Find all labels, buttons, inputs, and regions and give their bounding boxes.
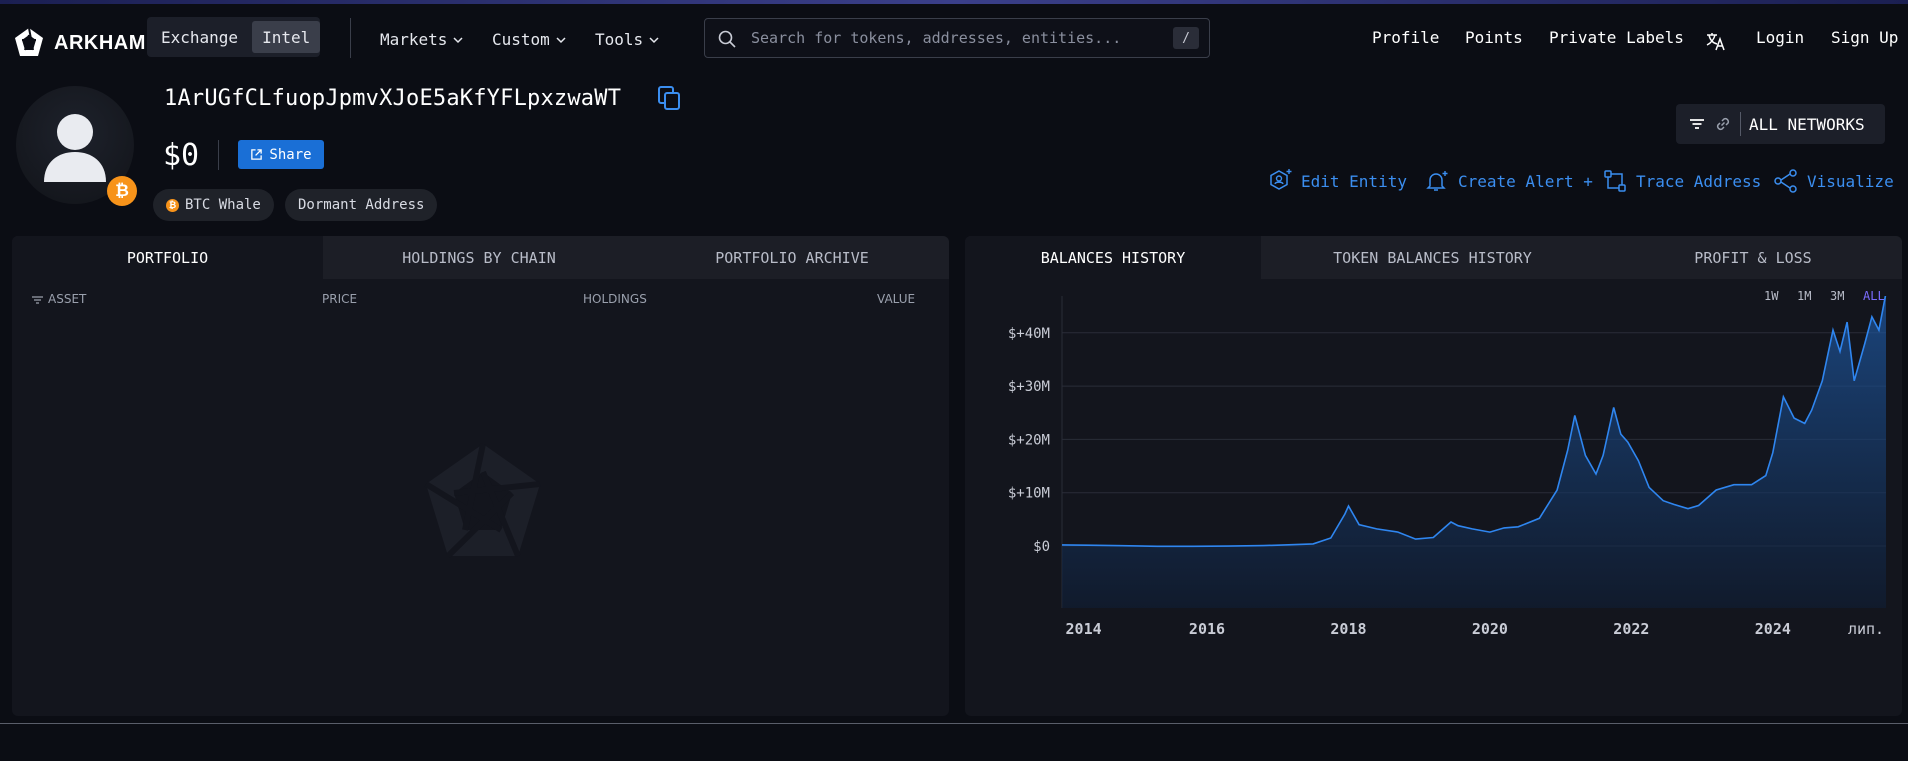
filter-icon [32, 295, 43, 304]
balance-divider [218, 140, 219, 170]
visualize-button[interactable]: Visualize [1773, 168, 1894, 194]
brand-name: ARKHAM [54, 31, 146, 54]
bitcoin-icon: ₿ [166, 198, 179, 212]
trace-address-button[interactable]: Trace Address [1602, 168, 1761, 194]
custom-menu[interactable]: Custom [492, 30, 566, 49]
portfolio-panel: PORTFOLIO HOLDINGS BY CHAIN PORTFOLIO AR… [12, 236, 949, 716]
entity-balance: $0 [163, 138, 200, 173]
tab-balances-history[interactable]: BALANCES HISTORY [965, 236, 1261, 279]
mode-switch: Exchange Intel [147, 17, 321, 57]
dormant-address-tag[interactable]: Dormant Address [285, 189, 438, 221]
network-divider [1740, 112, 1741, 136]
tab-portfolio[interactable]: PORTFOLIO [12, 236, 323, 279]
tools-menu-label: Tools [595, 30, 644, 49]
arkham-logo-icon [15, 27, 43, 56]
edit-entity-button[interactable]: Edit Entity [1267, 168, 1407, 194]
x-tick-label: 2020 [1472, 620, 1508, 638]
value-column-header[interactable]: VALUE [877, 292, 915, 306]
x-tick-label: 2024 [1755, 620, 1791, 638]
asset-column-header[interactable]: ASSET [32, 292, 86, 306]
balances-tabs: BALANCES HISTORY TOKEN BALANCES HISTORY … [965, 236, 1902, 279]
chevron-down-icon [649, 36, 659, 43]
login-link[interactable]: Login [1756, 28, 1804, 47]
private-labels-link[interactable]: Private Labels [1549, 28, 1684, 47]
filter-icon [1690, 119, 1704, 129]
balances-history-chart[interactable]: $0$+10M$+20M$+30M$+40M$+50M$+60M20142016… [965, 296, 1902, 716]
visualize-label: Visualize [1807, 171, 1894, 191]
edit-entity-label: Edit Entity [1301, 171, 1407, 191]
nav-divider [350, 18, 351, 58]
chevron-down-icon [453, 36, 463, 43]
tab-portfolio-archive[interactable]: PORTFOLIO ARCHIVE [635, 236, 949, 279]
bitcoin-icon: ₿ [107, 176, 137, 206]
btc-whale-tag[interactable]: ₿ BTC Whale [153, 189, 274, 221]
search-bar: / [704, 18, 1210, 58]
balance-area [1062, 296, 1886, 608]
edit-entity-icon [1270, 169, 1292, 190]
entity-address: 1ArUGfCLfuopJpmvXJoE5aKfYFLpxzwaWT [164, 86, 622, 111]
arkham-watermark-icon [424, 443, 541, 559]
points-link[interactable]: Points [1465, 28, 1523, 47]
share-button[interactable]: Share [238, 140, 324, 169]
x-tick-label: 2022 [1613, 620, 1649, 638]
signup-link[interactable]: Sign Up [1831, 28, 1898, 47]
search-shortcut-key: / [1173, 27, 1199, 49]
portfolio-tabs: PORTFOLIO HOLDINGS BY CHAIN PORTFOLIO AR… [12, 236, 949, 279]
markets-menu-label: Markets [380, 30, 448, 49]
y-tick-label: $0 [1033, 539, 1050, 555]
profile-link[interactable]: Profile [1372, 28, 1439, 47]
external-link-icon [251, 149, 263, 160]
tag-label: Dormant Address [298, 197, 425, 213]
x-tick-label: 2018 [1330, 620, 1366, 638]
footer-divider [0, 723, 1908, 724]
trace-icon [1604, 170, 1626, 192]
translate-icon[interactable] [1705, 30, 1727, 52]
custom-menu-label: Custom [492, 30, 550, 49]
networks-label: ALL NETWORKS [1749, 114, 1865, 134]
x-tick-label: лип. [1848, 620, 1884, 638]
tools-menu[interactable]: Tools [595, 30, 659, 49]
create-alert-label: Create Alert + [1458, 171, 1593, 191]
x-tick-label: 2016 [1189, 620, 1225, 638]
trace-address-label: Trace Address [1636, 171, 1762, 191]
balances-panel: BALANCES HISTORY TOKEN BALANCES HISTORY … [965, 236, 1902, 716]
y-tick-label: $+40M [1008, 326, 1050, 342]
y-tick-label: $+10M [1008, 486, 1050, 502]
bell-icon [1426, 171, 1448, 191]
tag-label: BTC Whale [185, 197, 261, 213]
x-tick-label: 2014 [1066, 620, 1102, 638]
price-column-header[interactable]: PRICE [322, 292, 357, 306]
search-input[interactable] [751, 19, 1151, 57]
markets-menu[interactable]: Markets [380, 30, 463, 49]
create-alert-button[interactable]: Create Alert + [1424, 168, 1593, 194]
search-icon [718, 30, 736, 48]
link-icon [1716, 117, 1730, 131]
intel-mode-button[interactable]: Intel [252, 21, 321, 53]
y-tick-label: $+30M [1008, 379, 1050, 395]
tab-token-balances-history[interactable]: TOKEN BALANCES HISTORY [1261, 236, 1604, 279]
brand-logo[interactable]: ARKHAM [12, 26, 146, 60]
share-button-label: Share [269, 146, 312, 163]
holdings-column-header[interactable]: HOLDINGS [583, 292, 647, 306]
tab-holdings-by-chain[interactable]: HOLDINGS BY CHAIN [323, 236, 635, 279]
asset-column-label: ASSET [48, 292, 87, 306]
exchange-mode-button[interactable]: Exchange [151, 21, 248, 53]
copy-icon[interactable] [655, 84, 683, 112]
top-navigation: ARKHAM Exchange Intel Markets Custom Too… [0, 4, 1908, 72]
network-filter[interactable]: ALL NETWORKS [1676, 104, 1885, 144]
chevron-down-icon [556, 36, 566, 43]
tab-profit-loss[interactable]: PROFIT & LOSS [1604, 236, 1902, 279]
y-tick-label: $+20M [1008, 432, 1050, 448]
graph-nodes-icon [1774, 169, 1797, 193]
